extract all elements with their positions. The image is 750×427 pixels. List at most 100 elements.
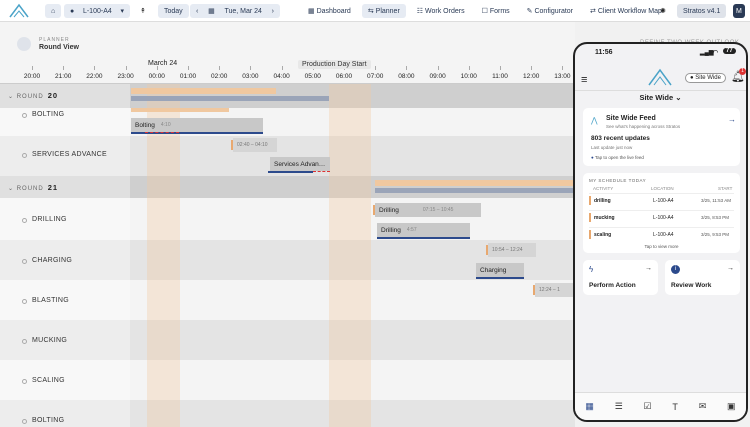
charging-plan-bar[interactable]: 10:54 – 12:24	[488, 243, 536, 257]
today-button[interactable]: Today	[158, 4, 189, 18]
scope-selector[interactable]: Site Wide ⌄	[575, 93, 746, 102]
activity-icon	[22, 113, 27, 118]
tick-label: 12:00	[523, 73, 540, 80]
site-wide-button[interactable]: ● Site Wide	[685, 73, 726, 83]
prev-day-button[interactable]: ‹	[196, 8, 198, 15]
last-update: Last update just now	[591, 145, 633, 150]
tab-text-icon[interactable]: T	[672, 402, 678, 412]
services-bar[interactable]: Services Advan…	[270, 157, 330, 171]
round-20-plan-bar[interactable]	[131, 88, 276, 94]
tick-label: 05:00	[304, 73, 321, 80]
phone-tab-bar: ▦ ☰ ☑ T ✉ ▣	[575, 392, 746, 420]
review-work-card[interactable]: i → Review Work	[665, 260, 740, 295]
col-start: START	[718, 186, 733, 191]
stratos-logo-icon[interactable]	[8, 3, 30, 19]
tick-line	[188, 66, 189, 70]
planner-icon: ⇆	[367, 8, 374, 15]
nav-dashboard[interactable]: ▦ Dashboard	[302, 4, 357, 18]
view-more-link[interactable]: Tap to view more	[583, 244, 740, 249]
activity-icon	[22, 339, 27, 344]
row-label-bolting: BOLTING	[32, 111, 65, 118]
col-activity: ACTIVITY	[593, 186, 614, 191]
nav-forms[interactable]: ☐ Forms	[476, 4, 516, 18]
home-button[interactable]: ⌂	[45, 4, 62, 18]
nav-work-orders[interactable]: ☷ Work Orders	[411, 4, 471, 18]
pin-icon[interactable]: ↟	[140, 7, 146, 15]
round-21-actual-bar[interactable]	[375, 188, 575, 193]
tick-label: 10:00	[460, 73, 477, 80]
tick-line	[375, 66, 377, 70]
location-pin-icon: ●	[70, 7, 75, 15]
tap-feed-hint: ● Tap to open the live feed	[591, 155, 644, 160]
round-20-actual-bar[interactable]	[131, 96, 329, 101]
perform-action-card[interactable]: ϟ → Perform Action	[583, 260, 658, 295]
round-20-label[interactable]: ⌄ ROUND 20	[8, 91, 58, 100]
row-label-charging: CHARGING	[32, 257, 73, 264]
tab-calendar-icon[interactable]: ▣	[727, 401, 736, 412]
my-schedule-card: MY SCHEDULE TODAY ACTIVITY LOCATION STAR…	[583, 173, 740, 253]
tick-label: 02:00	[211, 73, 228, 80]
activity-icon	[22, 419, 27, 424]
forms-icon: ☐	[481, 8, 488, 15]
next-day-button[interactable]: ›	[272, 8, 274, 15]
live-dot-icon: ●	[591, 155, 594, 160]
tick-label: 03:00	[242, 73, 259, 80]
date-label: Tue, Mar 24	[224, 7, 262, 15]
timeline-axis: 20:00 21:00 22:00 23:00 00:00 01:00 02:00 03:00…	[0, 58, 575, 84]
location-pin-icon: ●	[690, 75, 694, 81]
nav-workflow-map[interactable]: ⇄ Client Workflow Map	[584, 4, 668, 18]
phone-time: 11:56	[595, 49, 613, 56]
row-label-bolting-2: BOLTING	[32, 417, 65, 424]
col-location: LOCATION	[651, 186, 674, 191]
tick-line	[125, 66, 127, 70]
page-title: Round View	[39, 44, 79, 51]
tick-label: 11:00	[492, 73, 508, 80]
chevron-down-icon: ⌄	[8, 186, 15, 192]
drilling-actual-bar[interactable]: Drilling 4:57	[377, 223, 470, 237]
tab-planner-icon[interactable]: ☰	[615, 401, 623, 412]
hamburger-menu-icon[interactable]: ≡	[581, 74, 587, 86]
nav-configurator[interactable]: ✎ Configurator	[521, 4, 579, 18]
wifi-icon: ◠	[713, 50, 719, 56]
planner-view-icon[interactable]	[17, 37, 31, 51]
tab-home-icon[interactable]: ▦	[585, 401, 594, 412]
tab-checklist-icon[interactable]: ☑	[644, 401, 652, 412]
tick-label: 13:00	[554, 73, 571, 80]
info-icon: i	[671, 265, 680, 274]
bolting-actual-bar[interactable]: Bolting 4:10	[131, 118, 263, 132]
tab-chat-icon[interactable]: ✉	[699, 401, 707, 412]
feed-logo-icon: ⋀	[591, 116, 598, 125]
bolting-plan-bar[interactable]: 02:40 – 04:10	[233, 138, 277, 152]
schedule-row[interactable]: mucking L-100-A4 3/25, 8:53 PM	[589, 210, 734, 223]
user-avatar[interactable]: M	[733, 4, 745, 18]
activity-icon	[22, 218, 27, 223]
tick-line	[437, 66, 439, 70]
schedule-row[interactable]: scaling L-100-A4 3/25, 9:53 PM	[589, 227, 734, 240]
row-label-blasting: BLASTING	[32, 297, 70, 304]
drilling-plan-bar[interactable]: Drilling 07:15 – 10:45	[375, 203, 481, 217]
shift-band	[329, 84, 371, 427]
row-label-drilling: DRILLING	[32, 216, 67, 223]
planner-header	[0, 22, 575, 60]
grid-icon: ▦	[308, 8, 315, 15]
nav-planner[interactable]: ⇆ Planner	[361, 4, 406, 18]
theme-icon[interactable]: ✺	[660, 7, 666, 15]
wrench-icon: ✎	[526, 8, 533, 15]
tick-line	[468, 66, 470, 70]
tick-line	[281, 66, 283, 70]
date-nav: ‹ ▦ Tue, Mar 24 ›	[190, 4, 280, 18]
top-bar: ⌂ ● L-100-A4 ▾ ↟ Today ‹ ▦ Tue, Mar 24 ›…	[0, 0, 750, 22]
schedule-title: MY SCHEDULE TODAY	[589, 178, 647, 183]
round-21-plan-bar[interactable]	[375, 180, 575, 186]
perform-action-label: Perform Action	[589, 282, 636, 289]
tick-line	[219, 66, 221, 70]
charging-actual-bar[interactable]: Charging	[476, 263, 524, 277]
signal-icon: ▂▄▆	[700, 50, 714, 56]
schedule-row[interactable]: drilling L-100-A4 3/25, 11:53 AM	[589, 193, 734, 206]
blasting-plan-bar[interactable]: 12:24 – 1	[535, 283, 575, 297]
round-21-label[interactable]: ⌄ ROUND 21	[8, 183, 58, 192]
site-wide-feed-card[interactable]: ⋀ Site Wide Feed See what's happening ac…	[583, 108, 740, 166]
arrow-right-icon: →	[728, 115, 736, 124]
production-day-start-label: Production Day Start	[298, 60, 371, 69]
site-selector[interactable]: ● L-100-A4 ▾	[64, 4, 130, 18]
